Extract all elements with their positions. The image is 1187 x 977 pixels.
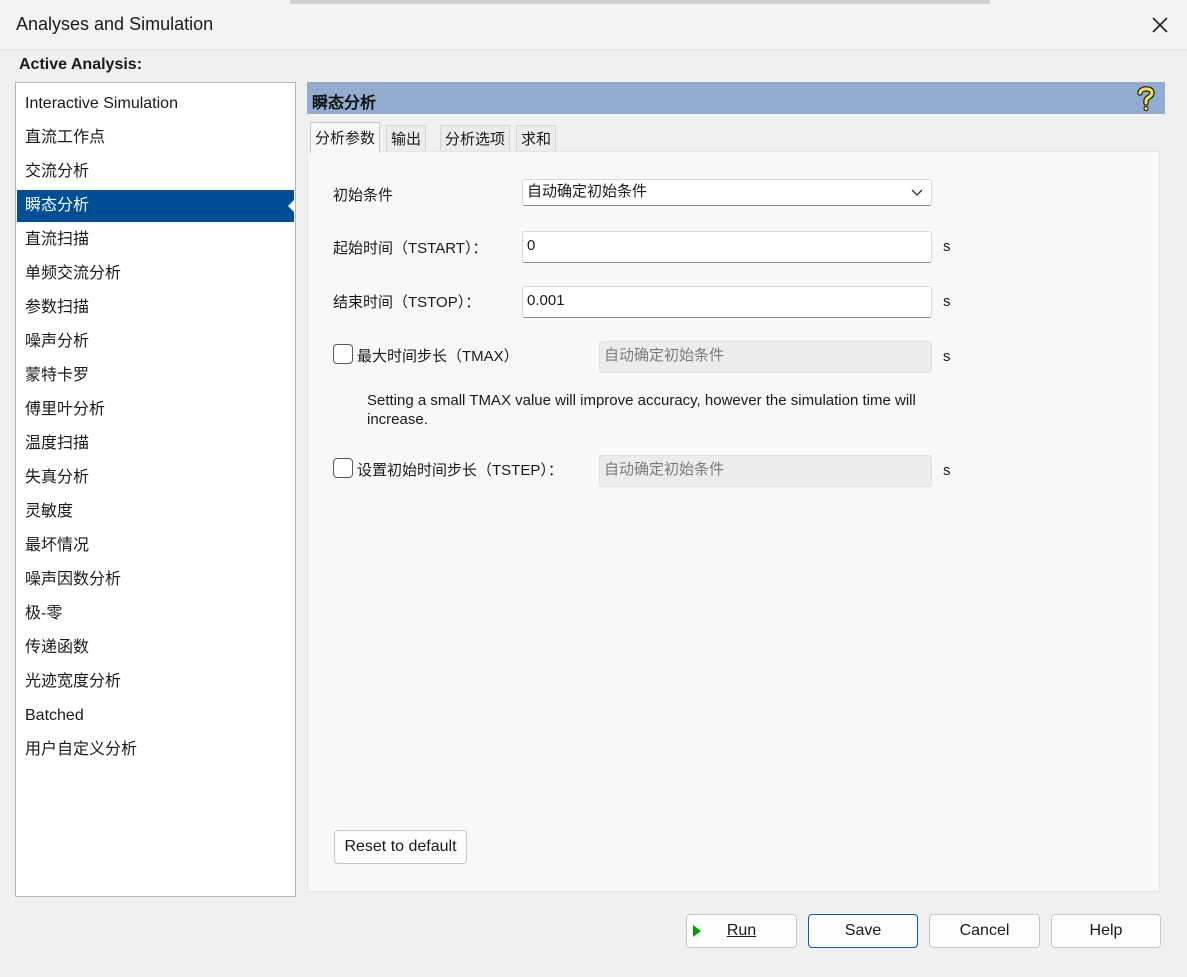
run-button[interactable]: Run [686, 914, 797, 948]
close-button[interactable] [1140, 6, 1180, 44]
analysis-header-title: 瞬态分析 [312, 95, 377, 112]
analysis-list-item[interactable]: 直流工作点 [17, 122, 294, 154]
help-button[interactable]: Help [1051, 914, 1161, 948]
analysis-list[interactable]: Interactive Simulation 直流工作点交流分析瞬态分析直流扫描单… [15, 82, 296, 897]
start-time-unit: s [943, 238, 951, 255]
analysis-list-item[interactable]: 蒙特卡罗 [17, 360, 294, 392]
analysis-list-item-label: 温度扫描 [25, 435, 90, 452]
run-button-label: Run [726, 922, 757, 939]
help-question-button[interactable] [1133, 84, 1159, 112]
analysis-list-item-label: 光迹宽度分析 [25, 673, 122, 690]
initial-step-input[interactable]: 自动确定初始条件 [599, 455, 932, 487]
initial-conditions-label: 初始条件 [333, 187, 394, 204]
analysis-list-item[interactable]: 传递函数 [17, 632, 294, 664]
initial-step-checkbox[interactable] [333, 458, 353, 478]
analysis-list-item-label: Batched [25, 707, 84, 724]
analysis-list-item[interactable]: 噪声因数分析 [17, 564, 294, 596]
active-analysis-label: Active Analysis: [19, 56, 143, 73]
analysis-list-item-label: 蒙特卡罗 [25, 367, 90, 384]
max-step-input[interactable]: 自动确定初始条件 [599, 341, 932, 373]
tmax-note: Setting a small TMAX value will improve … [367, 392, 916, 428]
analysis-list-item[interactable]: 极-零 [17, 598, 294, 630]
play-icon [693, 925, 701, 937]
save-button[interactable]: Save [808, 914, 918, 948]
analysis-list-item-label: 极-零 [25, 605, 63, 622]
analysis-list-item[interactable]: 单频交流分析 [17, 258, 294, 290]
tab-analysis-parameters[interactable]: 分析参数 [310, 122, 381, 153]
analysis-list-item[interactable]: 最坏情况 [17, 530, 294, 562]
analysis-list-item[interactable]: Batched [17, 700, 294, 732]
reset-to-default-button[interactable]: Reset to default [334, 830, 467, 864]
cancel-button[interactable]: Cancel [929, 914, 1040, 948]
analysis-list-item[interactable]: 用户自定义分析 [17, 734, 294, 766]
analysis-list-item-label: 噪声因数分析 [25, 571, 122, 588]
tab-analysis-options[interactable]: 分析选项 [440, 125, 511, 152]
analysis-list-item-label: 傅里叶分析 [25, 401, 106, 418]
title-bar: Analyses and Simulation [0, 0, 1187, 50]
analysis-list-item-label: 用户自定义分析 [25, 741, 138, 758]
analysis-list-item[interactable]: Interactive Simulation [17, 88, 294, 120]
analysis-list-item-label: 失真分析 [25, 469, 90, 486]
analysis-list-item[interactable]: 直流扫描 [17, 224, 294, 256]
background-window-strip [290, 0, 990, 4]
question-mark-icon [1137, 86, 1155, 112]
chevron-down-icon [911, 189, 923, 196]
analysis-list-item-label: 参数扫描 [25, 299, 90, 316]
analysis-list-item-label: 噪声分析 [25, 333, 90, 350]
analysis-list-item-label: 最坏情况 [25, 537, 90, 554]
start-time-label: 起始时间（TSTART）： [333, 240, 488, 257]
analysis-list-item[interactable]: 噪声分析 [17, 326, 294, 358]
max-step-label: 最大时间步长（TMAX） [357, 348, 519, 365]
max-step-checkbox[interactable] [333, 344, 353, 364]
analysis-list-item-label: Interactive Simulation [25, 95, 178, 112]
analysis-list-item[interactable]: 温度扫描 [17, 428, 294, 460]
analysis-list-item[interactable]: 灵敏度 [17, 496, 294, 528]
analysis-list-item[interactable]: 光迹宽度分析 [17, 666, 294, 698]
tab-summary[interactable]: 求和 [516, 125, 557, 152]
analysis-list-item[interactable]: 失真分析 [17, 462, 294, 494]
analysis-list-item-label: 单频交流分析 [25, 265, 122, 282]
close-icon [1152, 17, 1168, 33]
tab-output[interactable]: 输出 [386, 125, 427, 152]
analysis-list-item[interactable]: 傅里叶分析 [17, 394, 294, 426]
end-time-input[interactable]: 0.001 [522, 286, 932, 318]
initial-conditions-select[interactable]: 自动确定初始条件 [522, 179, 932, 206]
end-time-label: 结束时间（TSTOP）： [333, 294, 481, 311]
analysis-list-item-label: 直流扫描 [25, 231, 90, 248]
initial-step-unit: s [943, 462, 951, 479]
analysis-list-item-label: 传递函数 [25, 639, 90, 656]
max-step-unit: s [943, 348, 951, 365]
analysis-header: 瞬态分析 [307, 82, 1165, 114]
analysis-list-item[interactable]: 瞬态分析 [17, 190, 294, 222]
start-time-input[interactable]: 0 [522, 231, 932, 263]
analysis-list-item-label: 交流分析 [25, 163, 90, 180]
analysis-list-item[interactable]: 参数扫描 [17, 292, 294, 324]
initial-conditions-value: 自动确定初始条件 [527, 183, 648, 200]
analysis-list-item-label: 灵敏度 [25, 503, 74, 520]
initial-step-label: 设置初始时间步长（TSTEP）： [357, 462, 563, 479]
analysis-list-item-label: 直流工作点 [25, 129, 106, 146]
end-time-unit: s [943, 293, 951, 310]
analysis-list-item[interactable]: 交流分析 [17, 156, 294, 188]
analysis-list-item-label: 瞬态分析 [25, 197, 90, 214]
selection-pointer-icon [288, 200, 294, 212]
window-title: Analyses and Simulation [16, 14, 214, 34]
